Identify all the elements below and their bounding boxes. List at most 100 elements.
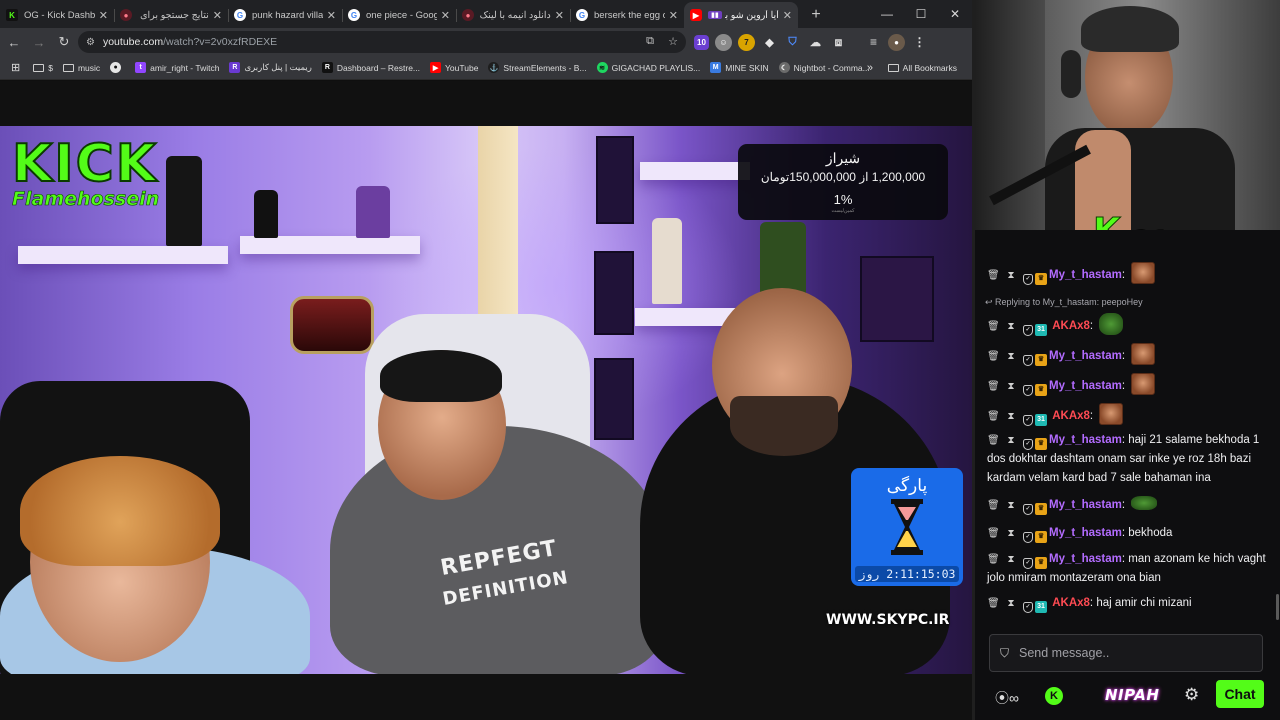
- delete-message-icon[interactable]: 🗑: [987, 524, 1000, 543]
- chat-username[interactable]: My_t_hastam: [1049, 350, 1122, 362]
- delete-message-icon[interactable]: 🗑: [987, 496, 1000, 515]
- chat-username[interactable]: My_t_hastam: [1049, 269, 1122, 281]
- forward-arrow-icon[interactable]: →: [27, 30, 51, 54]
- extension-badge-icon[interactable]: 10: [694, 34, 709, 50]
- tab-close-icon[interactable]: ✕: [783, 9, 792, 22]
- delete-message-icon[interactable]: 🗑: [987, 317, 1000, 336]
- mod-shield-icon[interactable]: ⛉: [1000, 646, 1009, 661]
- timeout-hourglass-icon[interactable]: ⧗: [1005, 594, 1017, 613]
- tab-close-icon[interactable]: ✕: [213, 9, 222, 22]
- chat-message[interactable]: 🗑 ⧗ ✓ ♛ My_t_hastam: bekhoda: [987, 524, 1269, 543]
- chat-message[interactable]: 🗑 ⧗ ✓ 31 AKAx8:: [987, 403, 1269, 426]
- delete-message-icon[interactable]: 🗑: [987, 347, 1000, 366]
- close-window-button[interactable]: ✕: [938, 0, 972, 28]
- chat-username[interactable]: My_t_hastam: [1049, 553, 1122, 565]
- nipah-extension-logo[interactable]: NIPAH: [1105, 686, 1159, 704]
- apps-grid-icon[interactable]: ⊞: [6, 58, 28, 78]
- bookmark-mineskin[interactable]: M MINE SKIN: [705, 58, 773, 78]
- tab-anime-download[interactable]: ● دانلود انیمه با لینک ✕: [456, 2, 570, 28]
- chat-message-input[interactable]: [1019, 646, 1240, 660]
- tab-close-icon[interactable]: ✕: [441, 9, 450, 22]
- youtube-favicon-icon: ▶: [690, 9, 702, 21]
- kick-emotes-icon[interactable]: K: [1045, 687, 1063, 705]
- bookmark-folder-music[interactable]: music: [58, 58, 105, 78]
- reload-icon[interactable]: ↻: [52, 30, 76, 54]
- minimize-button[interactable]: —: [870, 0, 904, 28]
- bookmark-nightbot[interactable]: ☾ Nightbot - Comma...: [774, 58, 875, 78]
- timeout-hourglass-icon[interactable]: ⧗: [1005, 347, 1017, 366]
- tab-berserk[interactable]: G berserk the egg of ✕: [570, 2, 684, 28]
- timeout-hourglass-icon[interactable]: ⧗: [1005, 550, 1017, 569]
- chat-username[interactable]: My_t_hastam: [1049, 527, 1122, 539]
- bookmark-remit[interactable]: R ریمیت | پنل کاربری: [224, 58, 316, 78]
- install-app-icon[interactable]: ⧉: [646, 35, 654, 48]
- timeout-hourglass-icon[interactable]: ⧗: [1005, 377, 1017, 396]
- chat-message[interactable]: 🗑 ⧗ ✓ ♛ My_t_hastam: haji 21 salame bekhoda …: [987, 431, 1269, 488]
- timeout-hourglass-icon[interactable]: ⧗: [1005, 407, 1017, 426]
- tab-punk-hazard[interactable]: G punk hazard villain ✕: [228, 2, 342, 28]
- chat-messages[interactable]: 🗑 ⧗ ✓ ♛ My_t_hastam: ↩ Replying to My_t_hast…: [975, 230, 1280, 626]
- maximize-button[interactable]: ☐: [904, 0, 938, 28]
- bookmark-folder-dollar[interactable]: $: [28, 58, 58, 78]
- chat-settings-gear-icon[interactable]: ⚙: [1184, 685, 1199, 705]
- bookmark-spotify[interactable]: ≋ GIGACHAD PLAYLIS...: [592, 58, 706, 78]
- chat-username[interactable]: My_t_hastam: [1049, 499, 1122, 511]
- bookmark-github[interactable]: ●: [105, 58, 130, 78]
- all-bookmarks-folder[interactable]: All Bookmarks: [883, 58, 962, 78]
- chat-username[interactable]: My_t_hastam: [1049, 380, 1122, 392]
- extension-diamond-icon[interactable]: ◆: [761, 33, 778, 51]
- tab-search-results[interactable]: ● نتایج جستجو برای "o ✕: [114, 2, 228, 28]
- timeout-hourglass-icon[interactable]: ⧗: [1005, 317, 1017, 336]
- delete-message-icon[interactable]: 🗑: [987, 431, 1000, 450]
- browser-menu-icon[interactable]: ⋮: [911, 33, 928, 51]
- chat-message[interactable]: 🗑 ⧗ ✓ ♛ My_t_hastam:: [987, 496, 1269, 515]
- media-queue-icon[interactable]: ≡: [865, 33, 882, 51]
- chat-message[interactable]: 🗑 ⧗ ✓ 31 AKAx8:: [987, 313, 1269, 336]
- chat-message[interactable]: 🗑 ⧗ ✓ 31 AKAx8: haj amir chi mizani: [987, 594, 1269, 613]
- bookmark-restream[interactable]: R Dashboard – Restre...: [317, 58, 425, 78]
- chat-username[interactable]: AKAx8: [1052, 320, 1090, 332]
- extension-cloud-icon[interactable]: ☁: [807, 33, 824, 51]
- chat-scrollbar[interactable]: [1276, 594, 1279, 620]
- tab-close-icon[interactable]: ✕: [99, 9, 108, 22]
- delete-message-icon[interactable]: 🗑: [987, 594, 1000, 613]
- extensions-puzzle-icon[interactable]: ⧈: [830, 33, 847, 51]
- tab-close-icon[interactable]: ✕: [555, 9, 564, 22]
- chat-message[interactable]: 🗑 ⧗ ✓ ♛ My_t_hastam:: [987, 262, 1269, 285]
- chat-username[interactable]: AKAx8: [1052, 410, 1090, 422]
- profile-avatar-icon[interactable]: ●: [888, 33, 905, 51]
- delete-message-icon[interactable]: 🗑: [987, 377, 1000, 396]
- delete-message-icon[interactable]: 🗑: [987, 407, 1000, 426]
- timeout-hourglass-icon[interactable]: ⧗: [1005, 266, 1017, 285]
- bookmark-twitch[interactable]: t amir_right - Twitch: [130, 58, 224, 78]
- delete-message-icon[interactable]: 🗑: [987, 266, 1000, 285]
- chat-username[interactable]: My_t_hastam: [1049, 434, 1122, 446]
- bookmark-streamelements[interactable]: ⚓ StreamElements - B...: [483, 58, 591, 78]
- timeout-hourglass-icon[interactable]: ⧗: [1005, 496, 1017, 515]
- address-bar[interactable]: ⚙ youtube.com/watch?v=2v0xzfRDEXE ⧉ ☆: [78, 31, 686, 53]
- chat-input-box[interactable]: ⛉: [989, 634, 1263, 672]
- tab-youtube-active[interactable]: ▶ ▮▮ آیا آروین شو به ✕: [684, 2, 798, 28]
- site-info-icon[interactable]: ⚙: [86, 37, 95, 48]
- extension-avatar-icon[interactable]: ☺: [715, 33, 732, 51]
- chat-message[interactable]: 🗑 ⧗ ✓ ♛ My_t_hastam: man azonam ke hich vagh…: [987, 550, 1269, 588]
- delete-message-icon[interactable]: 🗑: [987, 550, 1000, 569]
- timeout-hourglass-icon[interactable]: ⧗: [1005, 524, 1017, 543]
- send-chat-button[interactable]: Chat: [1216, 680, 1264, 708]
- back-arrow-icon[interactable]: ←: [2, 30, 26, 54]
- chat-username[interactable]: AKAx8: [1052, 597, 1090, 609]
- more-bookmarks-chevron-icon[interactable]: »: [862, 58, 878, 78]
- extension-seven-tv-icon[interactable]: 7: [738, 33, 755, 51]
- timeout-hourglass-icon[interactable]: ⧗: [1005, 431, 1017, 450]
- bookmark-youtube[interactable]: ▶ YouTube: [425, 58, 483, 78]
- bookmark-star-icon[interactable]: ☆: [668, 35, 678, 48]
- chat-message[interactable]: 🗑 ⧗ ✓ ♛ My_t_hastam:: [987, 343, 1269, 366]
- tab-close-icon[interactable]: ✕: [327, 9, 336, 22]
- tab-one-piece[interactable]: G one piece - Google ✕: [342, 2, 456, 28]
- extension-shield-icon[interactable]: ⛉: [784, 33, 801, 51]
- tab-close-icon[interactable]: ✕: [669, 9, 678, 22]
- emote-menu-icon[interactable]: ⦿∞: [995, 688, 1019, 708]
- chat-message[interactable]: 🗑 ⧗ ✓ ♛ My_t_hastam:: [987, 373, 1269, 396]
- tab-kick-dashboard[interactable]: K OG - Kick Dashbo ✕: [0, 2, 114, 28]
- new-tab-button[interactable]: +: [804, 2, 828, 28]
